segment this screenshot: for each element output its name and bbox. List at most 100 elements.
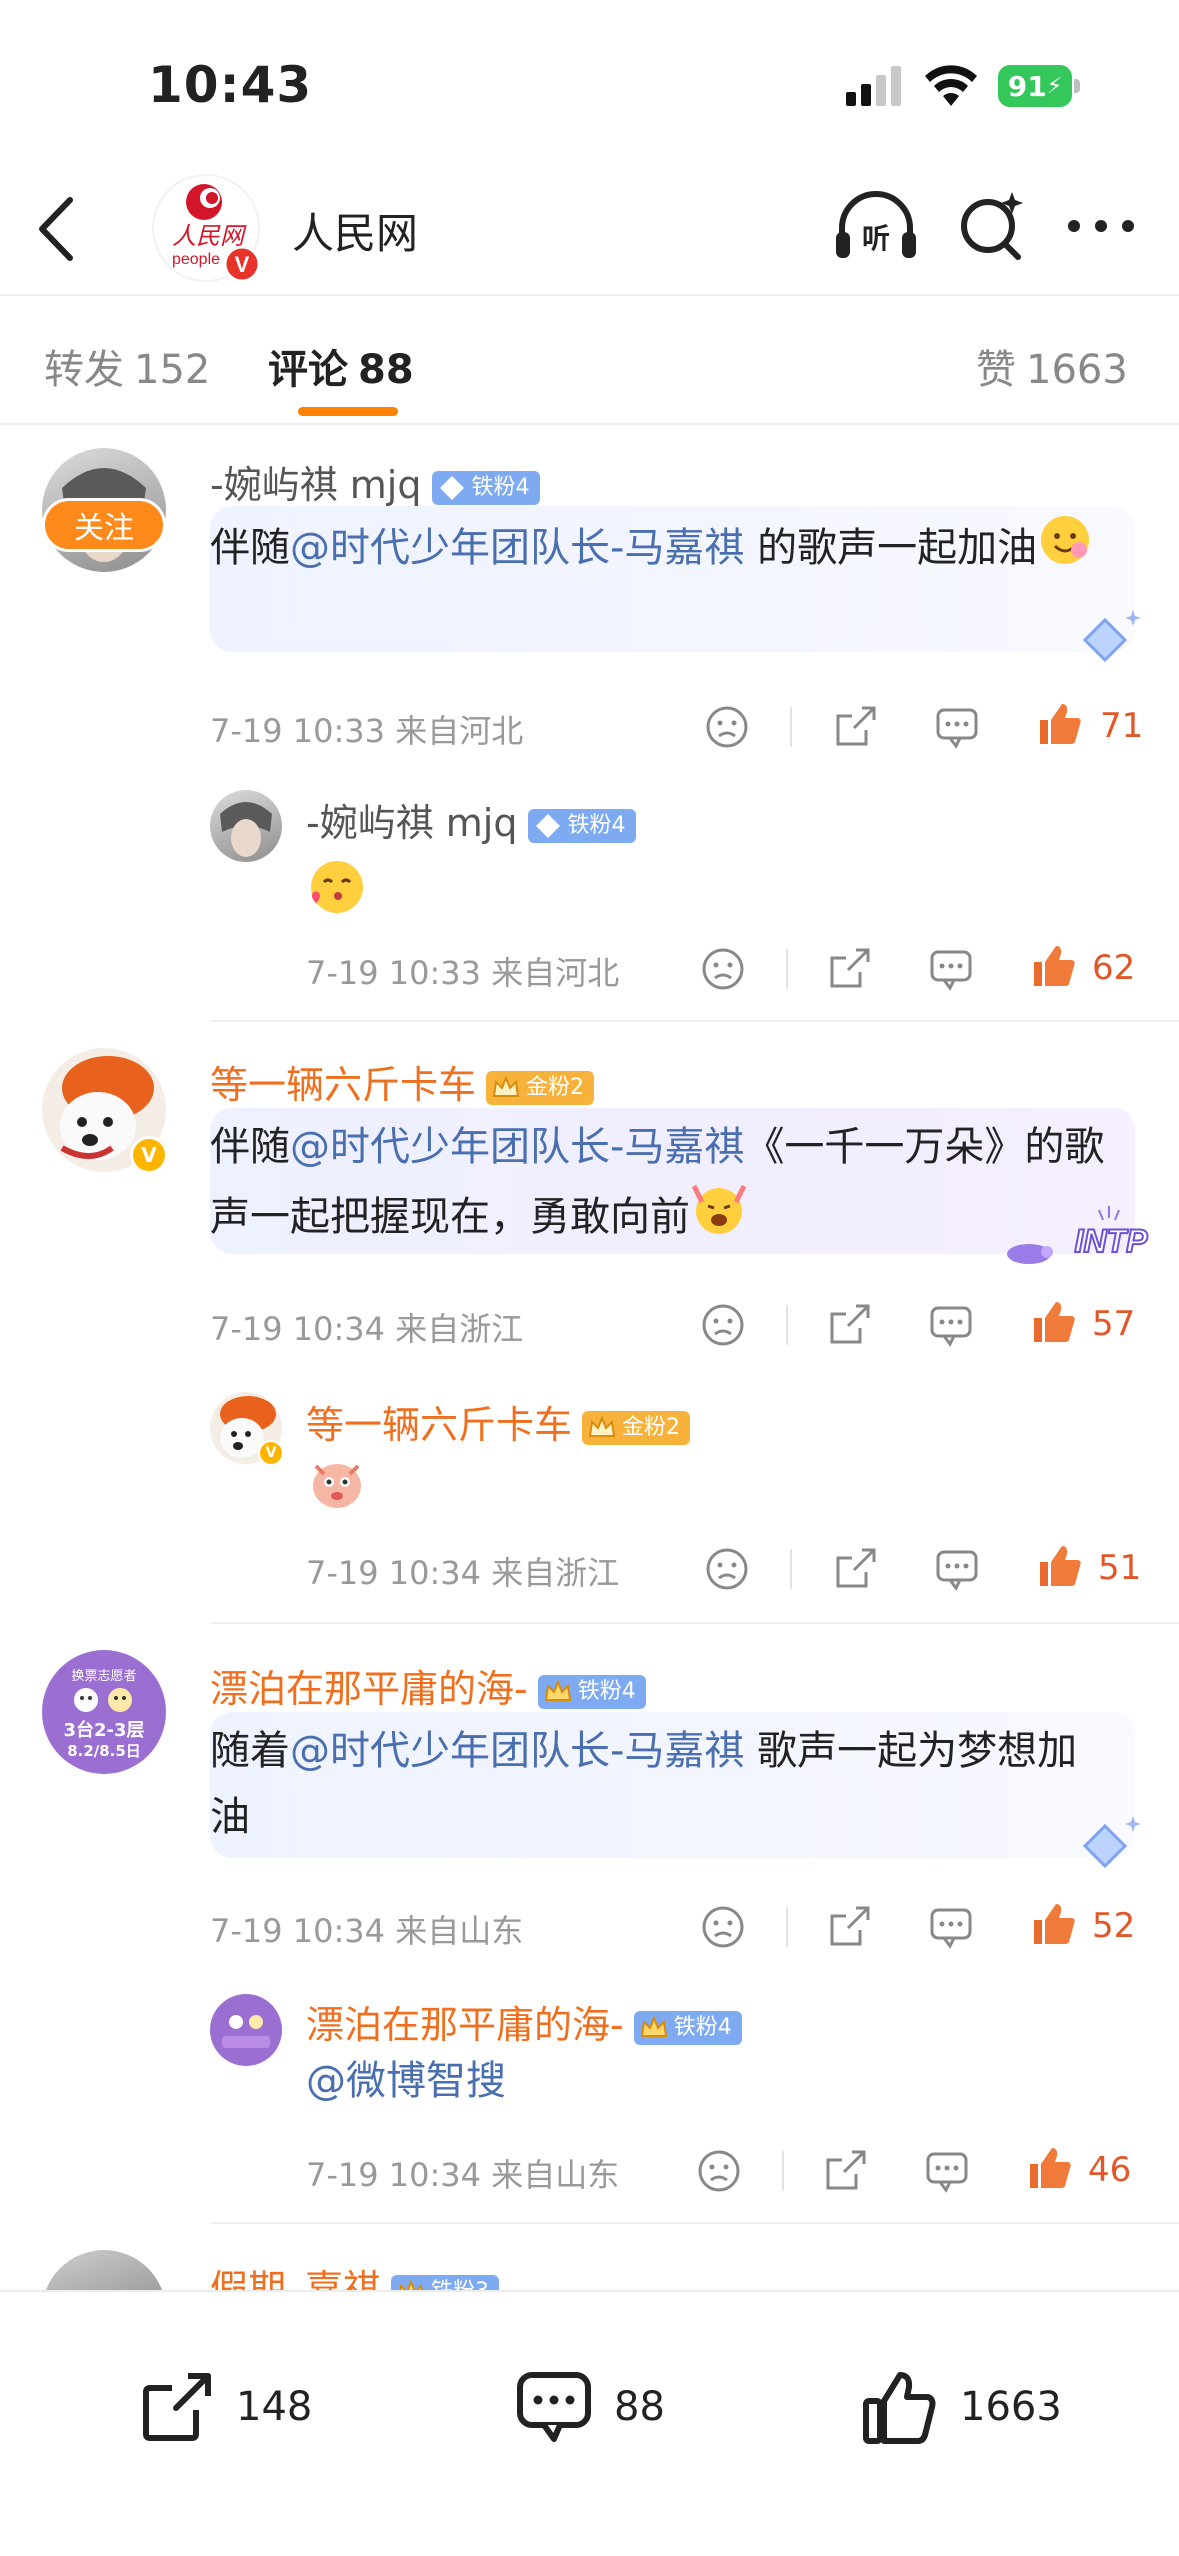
comment-meta: 7-19 10:34 来自山东 xyxy=(210,1912,524,1950)
battery-indicator: 91 ⚡ xyxy=(998,65,1080,107)
follow-button[interactable]: 关注 xyxy=(42,498,166,552)
like-thumb-icon[interactable] xyxy=(1030,1298,1078,1346)
diamond-icon xyxy=(535,813,560,838)
comment-meta: 7-19 10:33 来自河北 xyxy=(210,712,524,750)
reply-avatar[interactable] xyxy=(210,790,282,862)
cellular-signal-icon xyxy=(846,66,901,106)
like-thumb-icon[interactable] xyxy=(1030,1900,1078,1948)
reply-username[interactable]: 等一辆六斤卡车 金粉2 xyxy=(306,1394,691,1449)
reply-comment-icon[interactable] xyxy=(934,704,980,750)
share-icon[interactable] xyxy=(826,1904,872,1950)
like-thumb-icon[interactable] xyxy=(1036,700,1084,748)
tab-bar: 转发 152 评论 88 赞 1663 xyxy=(0,297,1179,421)
reply-meta: 7-19 10:34 来自浙江 xyxy=(306,1554,620,1592)
like-thumb-outline-icon xyxy=(863,2372,936,2444)
action-separator xyxy=(786,949,788,989)
tab-likes[interactable]: 赞 1663 xyxy=(976,337,1128,395)
share-icon[interactable] xyxy=(822,2148,868,2194)
like-count: 52 xyxy=(1092,1906,1136,1946)
comment-text: 伴随@时代少年团队长-马嘉祺 的歌声一起加油 xyxy=(210,512,1110,588)
dislike-face-icon[interactable] xyxy=(700,1302,746,1348)
action-separator xyxy=(782,2151,784,2191)
like-count: 57 xyxy=(1092,1304,1136,1344)
like-button[interactable]: 1663 xyxy=(862,2362,1062,2452)
reply-comment-icon[interactable] xyxy=(928,946,974,992)
dislike-face-icon[interactable] xyxy=(704,704,750,750)
repost-button[interactable]: 148 xyxy=(140,2362,312,2452)
like-count-total: 1663 xyxy=(960,2384,1062,2430)
search-icon[interactable] xyxy=(958,190,1026,262)
listen-headphones-icon[interactable]: 听 xyxy=(834,190,918,262)
avatar[interactable] xyxy=(42,2250,166,2290)
dislike-face-icon[interactable] xyxy=(700,946,746,992)
more-options-icon[interactable] xyxy=(1066,216,1136,236)
tab-comments[interactable]: 评论 88 xyxy=(268,337,414,395)
fan-badge: 金粉2 xyxy=(486,1070,595,1105)
reply-comment-icon[interactable] xyxy=(934,1546,980,1592)
status-time: 10:43 xyxy=(148,56,313,114)
mention-link[interactable]: @时代少年团队长-马嘉祺 xyxy=(290,1124,744,1170)
like-thumb-icon[interactable] xyxy=(1030,942,1078,990)
like-count: 51 xyxy=(1098,1548,1142,1588)
share-icon[interactable] xyxy=(826,946,872,992)
reply-username[interactable]: 漂泊在那平庸的海- 铁粉4 xyxy=(306,1994,742,2049)
mention-link[interactable]: @时代少年团队长-马嘉祺 xyxy=(290,1728,744,1774)
comment-count: 88 xyxy=(614,2384,665,2430)
bottom-action-bar: 148 88 1663 xyxy=(0,2290,1179,2556)
svg-text:people: people xyxy=(172,251,220,268)
svg-text:听: 听 xyxy=(862,222,890,255)
avatar[interactable]: 换票志愿者 3台2-3层 8.2/8.5日 xyxy=(42,1650,166,1774)
comment-button[interactable]: 88 xyxy=(516,2362,665,2452)
tab-reposts[interactable]: 转发 152 xyxy=(44,337,210,395)
svg-text:8.2/8.5日: 8.2/8.5日 xyxy=(67,1742,141,1760)
dislike-face-icon[interactable] xyxy=(700,1904,746,1950)
dislike-face-icon[interactable] xyxy=(696,2148,742,2194)
pink-character-sticker-icon xyxy=(313,1464,361,1508)
comment-username[interactable]: 假期_嘉祺铁粉3 xyxy=(210,2258,500,2290)
crown-icon xyxy=(399,2278,423,2290)
crown-icon xyxy=(544,1678,571,1701)
reply-comment-icon[interactable] xyxy=(928,1904,974,1950)
reply-comment-icon[interactable] xyxy=(924,2148,970,2194)
like-count: 62 xyxy=(1092,948,1136,988)
crown-icon xyxy=(492,1074,520,1097)
reply-meta: 7-19 10:34 来自山东 xyxy=(306,2156,620,2194)
like-thumb-icon[interactable] xyxy=(1026,2144,1074,2192)
verified-v-icon: V xyxy=(258,1440,284,1466)
like-count: 71 xyxy=(1100,706,1144,746)
fan-badge: 铁粉4 xyxy=(537,1674,646,1709)
mention-link[interactable]: @时代少年团队长-马嘉祺 xyxy=(290,525,744,571)
reply-meta: 7-19 10:33 来自河北 xyxy=(306,954,620,992)
comment-text: 伴随@时代少年团队长-马嘉祺《一千一万朵》的歌声一起把握现在，勇敢向前 xyxy=(210,1114,1120,1258)
reply-comment-icon[interactable] xyxy=(928,1302,974,1348)
fan-badge: 金粉2 xyxy=(582,1410,691,1445)
fan-badge: 铁粉4 xyxy=(633,2010,742,2045)
fan-badge: 铁粉4 xyxy=(431,470,540,505)
mention-link[interactable]: @微博智搜 xyxy=(306,2058,506,2104)
wifi-icon xyxy=(925,65,977,106)
reply-username[interactable]: -婉屿祺 mjq 铁粉4 xyxy=(306,792,636,847)
people-daily-logo-icon: 人民网 people V xyxy=(172,184,261,283)
comment-username[interactable]: -婉屿祺 mjq 铁粉4 xyxy=(210,454,540,509)
like-thumb-icon[interactable] xyxy=(1036,1542,1084,1590)
action-separator xyxy=(790,707,792,747)
svg-text:3台2-3层: 3台2-3层 xyxy=(63,1719,144,1741)
dislike-face-icon[interactable] xyxy=(704,1546,750,1592)
back-arrow-icon[interactable] xyxy=(36,196,76,262)
share-icon[interactable] xyxy=(826,1302,872,1348)
account-avatar[interactable]: 人民网 people V xyxy=(152,174,261,283)
diamond-icon xyxy=(439,475,464,500)
smile-emoji-icon xyxy=(1037,512,1093,588)
comment-username[interactable]: 漂泊在那平庸的海- 铁粉4 xyxy=(210,1658,646,1713)
share-icon[interactable] xyxy=(832,1546,878,1592)
diamond-decoration-icon xyxy=(1082,610,1141,663)
comment-username[interactable]: 等一辆六斤卡车 金粉2 xyxy=(210,1054,595,1109)
reply-avatar[interactable] xyxy=(210,1994,282,2066)
reply-text: @微博智搜 xyxy=(306,2048,506,2114)
share-icon[interactable] xyxy=(832,704,878,750)
account-name[interactable]: 人民网 xyxy=(292,200,418,261)
like-count: 46 xyxy=(1088,2150,1132,2190)
action-separator xyxy=(786,1907,788,1947)
active-tab-indicator xyxy=(298,407,398,416)
comment-meta: 7-19 10:34 来自浙江 xyxy=(210,1310,524,1348)
